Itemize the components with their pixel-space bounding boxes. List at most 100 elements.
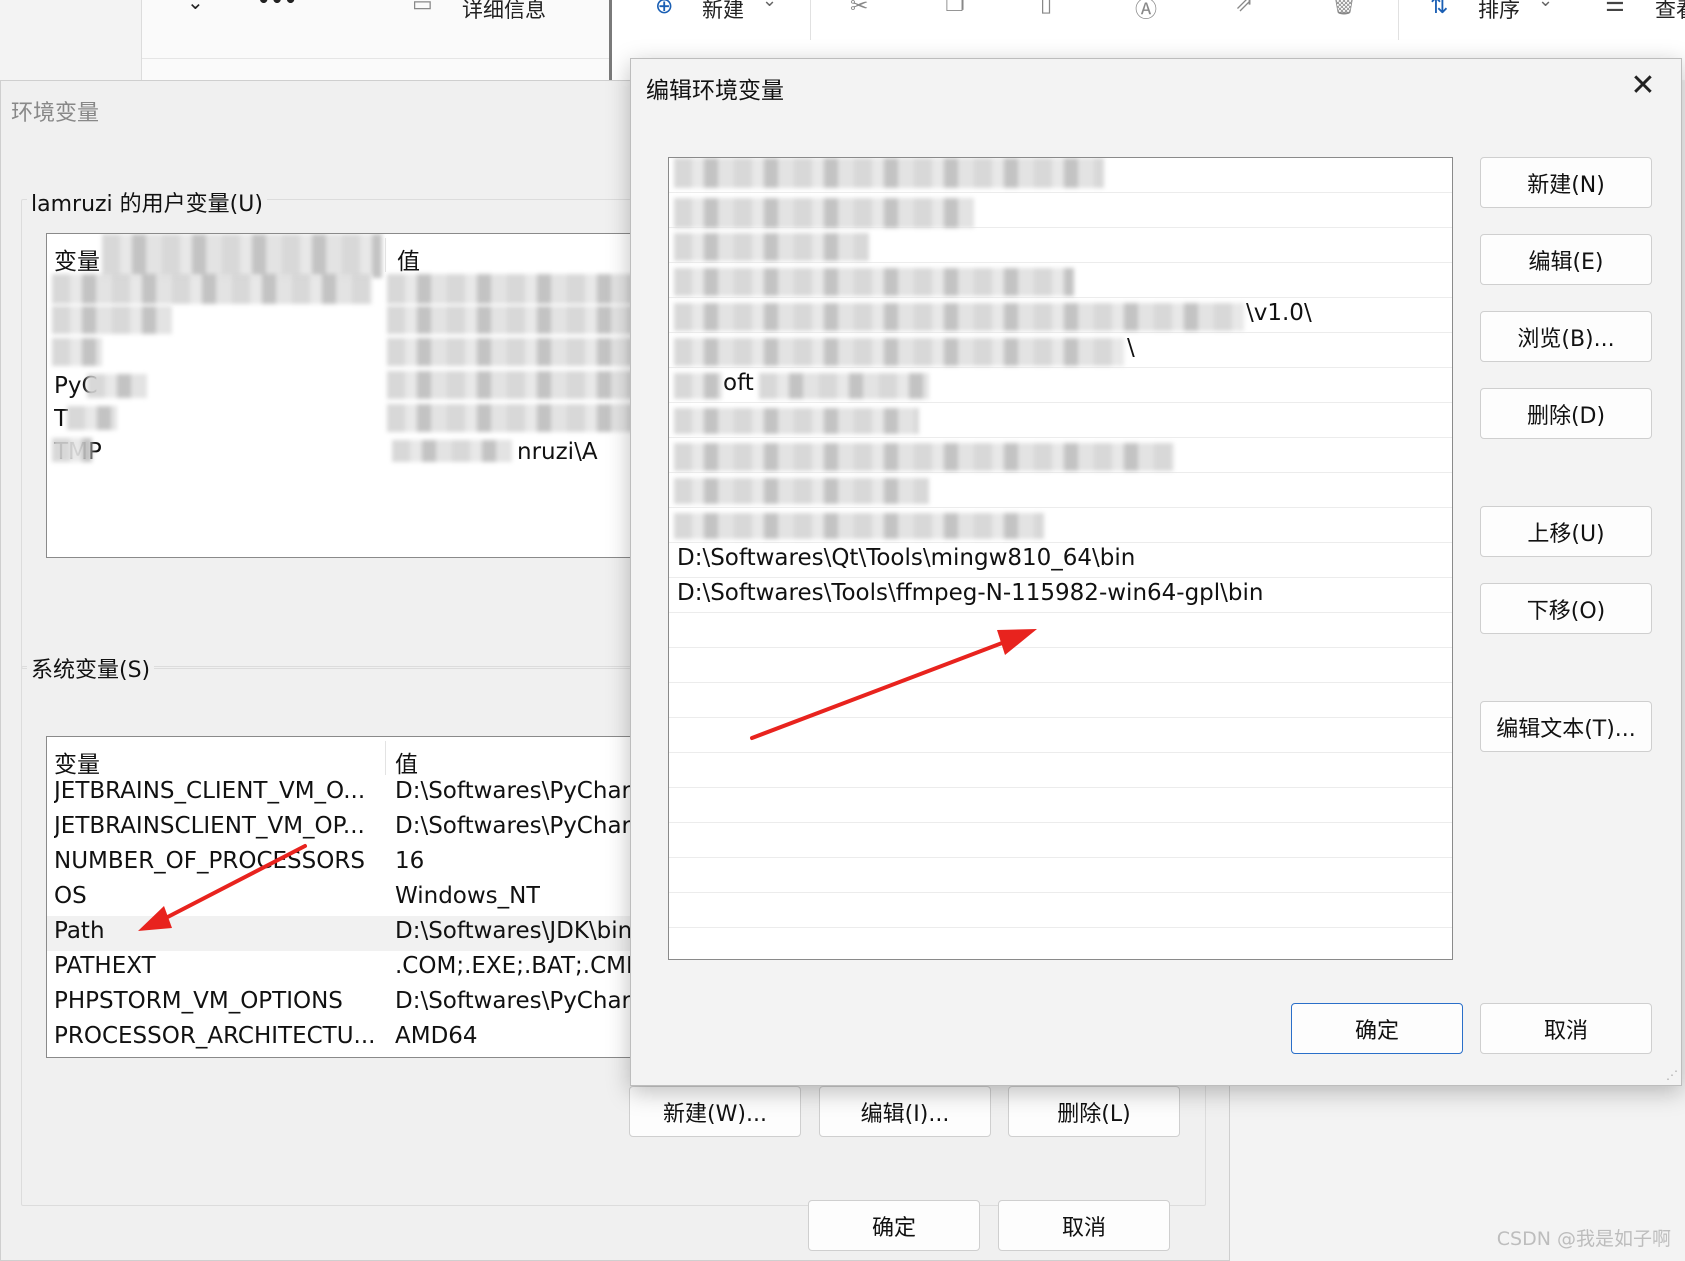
variable-value: D:\Softwares\PyChar xyxy=(395,988,631,1014)
redacted-area xyxy=(674,338,1124,366)
redacted-area xyxy=(87,374,147,398)
path-text: D:\Softwares\Qt\Tools\mingw810_64\bin xyxy=(677,545,1136,571)
table-row[interactable]: JETBRAINS_CLIENT_VM_O... D:\Softwares\Py… xyxy=(47,776,645,811)
list-item-empty[interactable] xyxy=(669,613,1452,648)
list-item-empty[interactable] xyxy=(669,648,1452,683)
table-row-selected[interactable]: Path D:\Softwares\JDK\bin xyxy=(47,916,645,951)
redacted-area xyxy=(387,338,645,366)
env-cancel-button[interactable]: 取消 xyxy=(998,1200,1170,1251)
path-text-fragment: oft xyxy=(723,370,754,396)
list-item-empty[interactable] xyxy=(669,893,1452,928)
ok-button[interactable]: 确定 xyxy=(1291,1003,1463,1054)
screenshot-root: 看 ⌄ ••• ▭ 详细信息 ⊕ 新建 ⌄ ✂ ❐ ▯ Ⓐ ⇗ 🗑 ⇅ 排序 ⌄… xyxy=(0,0,1685,1261)
system-delete-button[interactable]: 删除(L) xyxy=(1008,1086,1180,1137)
table-row[interactable]: PATHEXT .COM;.EXE;.BAT;.CMD xyxy=(47,951,645,986)
redacted-area xyxy=(759,373,929,399)
variable-name: OS xyxy=(54,883,87,909)
list-item-empty[interactable] xyxy=(669,753,1452,788)
redacted-area xyxy=(52,306,172,334)
column-header-value[interactable]: 值 xyxy=(395,745,418,779)
redacted-area xyxy=(674,268,1074,296)
redacted-area xyxy=(674,198,974,228)
list-item-empty[interactable] xyxy=(669,858,1452,893)
redacted-area xyxy=(52,438,92,462)
variable-value: D:\Softwares\JDK\bin xyxy=(395,918,633,944)
new-menu-label[interactable]: 新建 xyxy=(702,0,744,24)
rename-icon[interactable]: Ⓐ xyxy=(1135,0,1157,24)
table-row[interactable]: PHPSTORM_VM_OPTIONS D:\Softwares\PyChar xyxy=(47,986,645,1021)
view-menu-chevron-icon[interactable]: ⌄ xyxy=(187,0,204,14)
delete-entry-button[interactable]: 删除(D) xyxy=(1480,388,1652,439)
cut-icon[interactable]: ✂ xyxy=(850,0,868,19)
table-row[interactable]: JETBRAINSCLIENT_VM_OP... D:\Softwares\Py… xyxy=(47,811,645,846)
list-item-empty[interactable] xyxy=(669,823,1452,858)
new-entry-button[interactable]: 新建(N) xyxy=(1480,157,1652,208)
redacted-area xyxy=(387,306,645,334)
toolbar-separator xyxy=(810,0,811,40)
variable-name: T xyxy=(54,406,69,432)
variable-name: JETBRAINS_CLIENT_VM_O... xyxy=(54,778,366,804)
path-text: D:\Softwares\Tools\ffmpeg-N-115982-win64… xyxy=(677,580,1264,606)
list-header: 变量 值 xyxy=(47,737,645,781)
more-options-icon[interactable]: ••• xyxy=(257,0,297,12)
redacted-area xyxy=(674,303,1244,331)
variable-name: Path xyxy=(54,918,105,944)
variable-value: 16 xyxy=(395,848,425,874)
details-pane-icon[interactable]: ▭ xyxy=(412,0,433,17)
system-new-button[interactable]: 新建(W)... xyxy=(629,1086,801,1137)
variable-name: PATHEXT xyxy=(54,953,156,979)
variable-value: D:\Softwares\PyChar xyxy=(395,813,631,839)
variable-value: AMD64 xyxy=(395,1023,478,1049)
sort-icon[interactable]: ⇅ xyxy=(1430,0,1448,19)
system-variables-list[interactable]: 变量 值 JETBRAINS_CLIENT_VM_O... D:\Softwar… xyxy=(46,736,646,1058)
copy-icon[interactable]: ❐ xyxy=(945,0,965,17)
close-icon[interactable]: ✕ xyxy=(1623,65,1663,105)
column-header-variable[interactable]: 变量 xyxy=(54,242,100,276)
redacted-area xyxy=(387,371,645,399)
sort-menu-label[interactable]: 排序 xyxy=(1478,0,1520,24)
move-up-button[interactable]: 上移(U) xyxy=(1480,506,1652,557)
new-chevron-icon[interactable]: ⌄ xyxy=(762,0,777,11)
table-row[interactable]: PROCESSOR_ARCHITECTU... AMD64 xyxy=(47,1021,645,1056)
redacted-area xyxy=(674,478,929,504)
path-entries-list[interactable]: \v1.0\ \ oft D:\Softwares\Qt\Tools\mingw… xyxy=(668,157,1453,960)
list-item[interactable]: D:\Softwares\Tools\ffmpeg-N-115982-win64… xyxy=(669,578,1452,613)
details-label[interactable]: 详细信息 xyxy=(462,0,546,24)
column-separator[interactable] xyxy=(385,741,386,775)
user-variables-list[interactable]: 变量 值 PyC T TMP nruzi\A xyxy=(46,233,646,558)
edit-text-button[interactable]: 编辑文本(T)... xyxy=(1480,701,1652,752)
redacted-area xyxy=(674,158,1104,188)
edit-entry-button[interactable]: 编辑(E) xyxy=(1480,234,1652,285)
column-header-value[interactable]: 值 xyxy=(397,242,420,276)
browse-button[interactable]: 浏览(B)... xyxy=(1480,311,1652,362)
list-item[interactable]: TMP nruzi\A xyxy=(47,437,645,472)
toolbar-separator xyxy=(1398,0,1399,40)
paste-icon[interactable]: ▯ xyxy=(1040,0,1052,17)
user-variables-label: lamruzi 的用户变量(U) xyxy=(27,186,267,218)
variable-name: PROCESSOR_ARCHITECTU... xyxy=(54,1023,376,1049)
env-ok-button[interactable]: 确定 xyxy=(808,1200,980,1251)
list-item-empty[interactable] xyxy=(669,788,1452,823)
redacted-area xyxy=(674,513,1044,539)
move-down-button[interactable]: 下移(O) xyxy=(1480,583,1652,634)
column-separator[interactable] xyxy=(385,238,386,272)
delete-trash-icon[interactable]: 🗑 xyxy=(1330,0,1358,17)
sort-chevron-icon[interactable]: ⌄ xyxy=(1538,0,1553,11)
system-variables-label: 系统变量(S) xyxy=(27,652,155,684)
list-item-empty[interactable] xyxy=(669,683,1452,718)
column-header-variable[interactable]: 变量 xyxy=(54,745,100,779)
share-icon[interactable]: ⇗ xyxy=(1235,0,1253,17)
new-plus-icon[interactable]: ⊕ xyxy=(655,0,673,19)
table-row[interactable]: OS Windows_NT xyxy=(47,881,645,916)
dialog-title: 编辑环境变量 xyxy=(646,78,784,104)
redacted-area xyxy=(674,373,722,399)
list-item-empty[interactable] xyxy=(669,718,1452,753)
system-edit-button[interactable]: 编辑(I)... xyxy=(819,1086,991,1137)
look-menu-label[interactable]: 查看 xyxy=(1655,0,1685,24)
list-item[interactable]: D:\Softwares\Qt\Tools\mingw810_64\bin xyxy=(669,543,1452,578)
view-layout-icon[interactable]: ☰ xyxy=(1605,0,1625,17)
cancel-button[interactable]: 取消 xyxy=(1480,1003,1652,1054)
table-row[interactable]: NUMBER_OF_PROCESSORS 16 xyxy=(47,846,645,881)
variable-value: .COM;.EXE;.BAT;.CMD xyxy=(395,953,644,979)
resize-grip-icon[interactable]: ⋰ xyxy=(1666,1068,1678,1082)
